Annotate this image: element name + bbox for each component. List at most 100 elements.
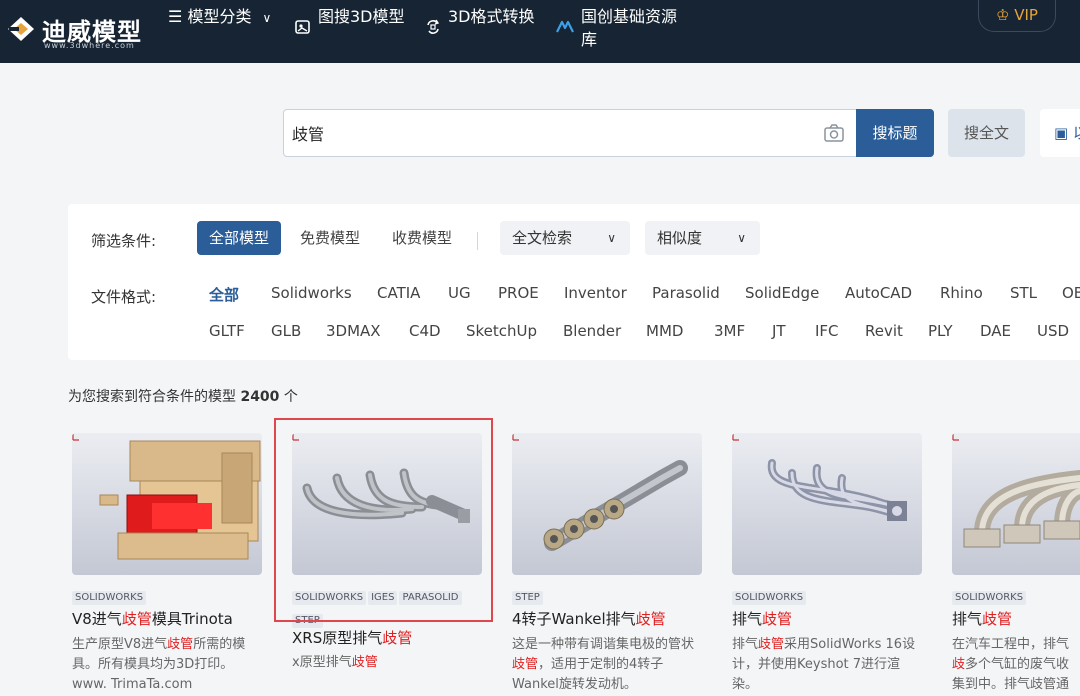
model-description: 排气歧管采用SolidWorks 16设计，并使用Keyshot 7进行渲染。 (732, 635, 922, 695)
format-gltf[interactable]: GLTF (209, 322, 245, 340)
image-search-icon: ▣ (1054, 124, 1069, 142)
search-title-button[interactable]: 搜标题 (856, 109, 934, 157)
sort-value: 相似度 (657, 229, 703, 247)
desc-highlight: 歧 (952, 657, 966, 672)
nav-resource-library[interactable]: 国创基础资源库 (581, 5, 691, 51)
format-solidedge[interactable]: SolidEdge (745, 284, 819, 302)
wankel-exhaust-render (543, 460, 688, 551)
sort-select[interactable]: 相似度 ∨ (645, 221, 760, 255)
model-description: 这是一种带有调谐集电极的管状歧管，适用于定制的4转子Wankel旋转发动机。 (512, 635, 702, 695)
result-count: 为您搜索到符合条件的模型 2400 个 (68, 386, 298, 406)
model-title[interactable]: 排气歧管 (952, 608, 1012, 629)
format-catia[interactable]: CATIA (377, 284, 420, 302)
selection-highlight-box (274, 418, 493, 622)
format-revit[interactable]: Revit (865, 322, 903, 340)
title-text: 排气 (732, 610, 763, 628)
result-count-suffix: 个 (283, 389, 298, 405)
logo-subtitle: www.3dwhere.com (44, 41, 135, 50)
desc-text: x原型排气 (292, 655, 352, 670)
format-glb[interactable]: GLB (271, 322, 301, 340)
format-tag: STEP (512, 591, 543, 605)
model-title[interactable]: V8进气歧管模具Trinota (72, 608, 233, 629)
model-title[interactable]: 4转子Wankel排气歧管 (512, 608, 666, 629)
chevron-down-icon: ∨ (262, 11, 272, 25)
format-stl[interactable]: STL (1010, 284, 1037, 302)
title-highlight: 歧管 (982, 610, 1013, 628)
model-thumbnail[interactable] (512, 433, 702, 575)
format-tag: SOLIDWORKS (952, 591, 1027, 605)
format-ply[interactable]: PLY (928, 322, 953, 340)
title-text: V8进气 (72, 610, 122, 628)
format-tag: SOLIDWORKS (72, 591, 147, 605)
title-text: 模具Trinota (151, 610, 233, 628)
title-text: XRS原型排气 (292, 629, 383, 647)
desc-text: 排气 (732, 637, 759, 652)
format-3mf[interactable]: 3MF (714, 322, 745, 340)
axis-triad-icon (732, 434, 739, 441)
format-autocad[interactable]: AutoCAD (845, 284, 912, 302)
search-box (283, 109, 857, 157)
chevron-down-icon: ∨ (737, 231, 746, 245)
exhaust-manifold-render (963, 470, 1080, 548)
axis-triad-icon (512, 434, 519, 441)
image-search-icon (295, 20, 310, 34)
title-highlight: 歧管 (121, 610, 152, 628)
format-tags: STEP (512, 585, 702, 608)
filter-panel: 筛选条件: 全部模型 免费模型 收费模型 全文检索 ∨ 相似度 ∨ 文件格式: … (68, 204, 1080, 360)
format-obj[interactable]: OB (1062, 284, 1080, 302)
desc-highlight: 歧管 (512, 657, 539, 672)
title-text: 排气 (952, 610, 983, 628)
search-mode-select[interactable]: 全文检索 ∨ (500, 221, 630, 255)
chevron-down-icon: ∨ (607, 231, 616, 245)
format-dae[interactable]: DAE (980, 322, 1011, 340)
nav-categories[interactable]: ☰ 模型分类 ∨ (168, 5, 271, 30)
format-mmd[interactable]: MMD (646, 322, 683, 340)
format-ifc[interactable]: IFC (815, 322, 839, 340)
axis-triad-icon (952, 434, 959, 441)
top-header: 迪威模型 www.3dwhere.com ☰ 模型分类 ∨ 图搜3D模型 3D格… (0, 0, 1080, 63)
chip-paid-models[interactable]: 收费模型 (380, 221, 464, 255)
nav-image-search[interactable]: 图搜3D模型 (318, 5, 408, 28)
filter-conditions-label: 筛选条件: (91, 232, 157, 250)
format-solidworks[interactable]: Solidworks (271, 284, 352, 302)
format-3dmax[interactable]: 3DMAX (326, 322, 381, 340)
desc-text: 生产原型V8进气 (72, 637, 168, 652)
format-all[interactable]: 全部 (209, 284, 239, 305)
search-fulltext-button[interactable]: 搜全文 (948, 109, 1025, 157)
camera-icon[interactable] (824, 124, 844, 142)
format-ug[interactable]: UG (448, 284, 471, 302)
format-rhino[interactable]: Rhino (940, 284, 983, 302)
nav-format-convert[interactable]: 3D格式转换 (448, 5, 538, 28)
format-tags: SOLIDWORKS (732, 585, 922, 608)
format-tag: SOLIDWORKS (732, 591, 807, 605)
model-thumbnail[interactable] (952, 433, 1080, 575)
format-proe[interactable]: PROE (498, 284, 539, 302)
model-description: x原型排气歧管 (292, 653, 482, 673)
title-highlight: 歧管 (635, 610, 666, 628)
format-jt[interactable]: JT (772, 322, 786, 340)
chip-free-models[interactable]: 免费模型 (288, 221, 372, 255)
format-sketchup[interactable]: SketchUp (466, 322, 537, 340)
axis-triad-icon (72, 434, 79, 441)
model-title[interactable]: XRS原型排气歧管 (292, 627, 412, 648)
model-thumbnail[interactable] (72, 433, 262, 575)
model-thumbnail[interactable] (732, 433, 922, 575)
format-inventor[interactable]: Inventor (564, 284, 627, 302)
model-title[interactable]: 排气歧管 (732, 608, 792, 629)
model-description: 在汽车工程中，排气歧多个气缸的废气收集到中。排气歧管通常是简 (952, 635, 1080, 695)
chip-all-models[interactable]: 全部模型 (197, 221, 282, 255)
format-usd[interactable]: USD (1037, 322, 1069, 340)
vip-button[interactable]: ♔ VIP (978, 0, 1056, 32)
search-input[interactable] (292, 118, 812, 148)
nav-categories-label: 模型分类 (187, 7, 252, 26)
result-count-prefix: 为您搜索到符合条件的模型 (68, 389, 236, 405)
site-logo[interactable]: 迪威模型 www.3dwhere.com (6, 10, 146, 50)
format-parasolid[interactable]: Parasolid (652, 284, 720, 302)
format-c4d[interactable]: C4D (409, 322, 441, 340)
logo-mark-icon (8, 17, 34, 41)
format-blender[interactable]: Blender (563, 322, 621, 340)
search-by-image-button[interactable]: ▣ 以 (1040, 109, 1080, 157)
title-text: 4转子Wankel排气 (512, 610, 636, 628)
desc-highlight: 歧管 (351, 655, 378, 670)
model-card[interactable]: SOLIDWORKS 排气歧管 在汽车工程中，排气歧多个气缸的废气收集到中。排气… (952, 433, 1080, 696)
